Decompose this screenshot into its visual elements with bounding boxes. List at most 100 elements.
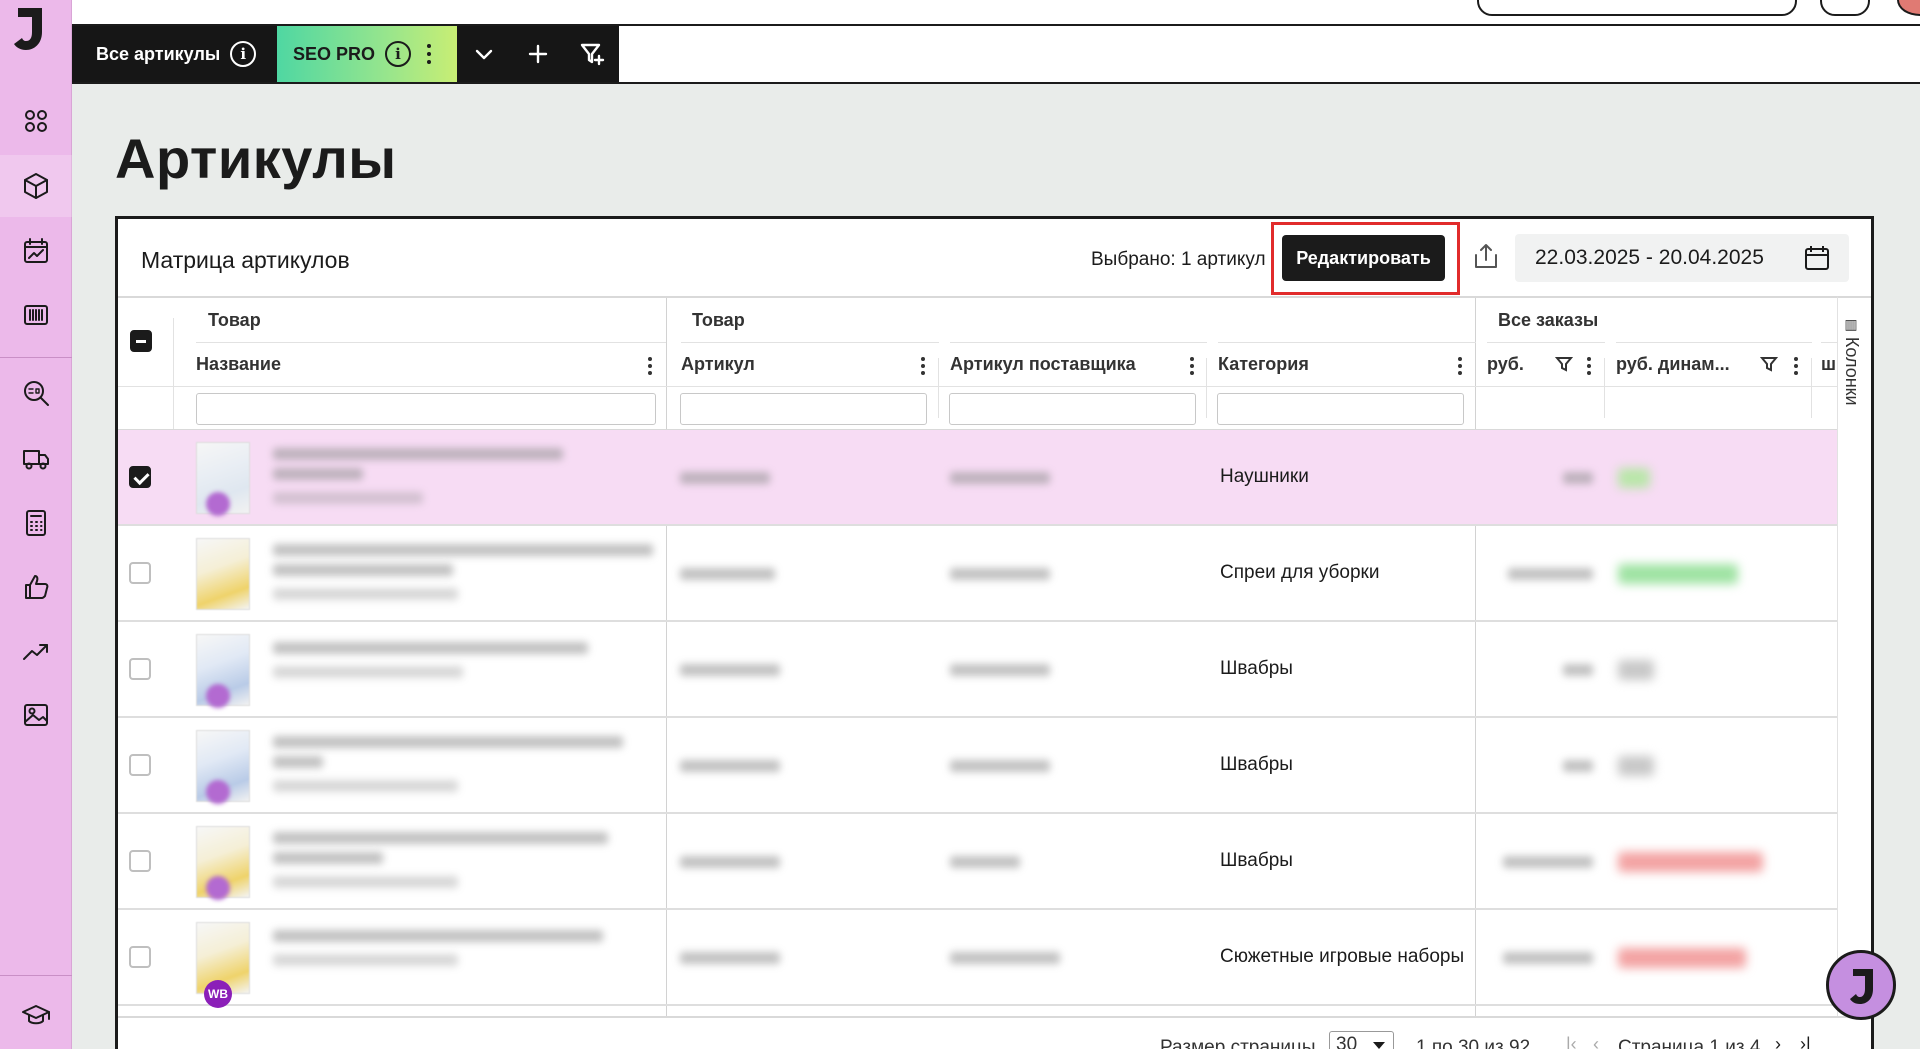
table-row[interactable]: WB Сюжетные игровые наборы [118, 910, 1837, 1008]
sidebar-item-trends[interactable] [0, 620, 72, 682]
group-header-all-orders: Все заказы [1498, 309, 1599, 330]
column-menu-icon[interactable] [648, 357, 652, 375]
add-filter-button[interactable] [566, 26, 618, 82]
edit-button[interactable]: Редактировать [1282, 235, 1445, 281]
calculator-icon [26, 510, 46, 536]
add-tab-button[interactable] [512, 26, 564, 82]
support-chat-button[interactable] [1826, 950, 1896, 1020]
global-search-input[interactable] [1477, 0, 1797, 16]
page-title: Артикулы [115, 127, 397, 190]
columns-label-text: Колонки [1842, 336, 1862, 406]
columns-side-label[interactable]: ▥ Колонки [1841, 317, 1862, 406]
column-menu-icon[interactable] [1458, 357, 1462, 375]
date-range-value: 22.03.2025 - 20.04.2025 [1535, 246, 1764, 269]
logo-icon[interactable] [8, 4, 52, 52]
sidebar-item-barcodes[interactable] [0, 284, 72, 346]
prev-page-icon[interactable]: ‹ [1593, 1034, 1599, 1049]
trend-icon [23, 644, 48, 660]
filter-article-input[interactable] [680, 393, 927, 425]
row-checkbox[interactable] [129, 754, 151, 776]
tab-seo-pro[interactable]: SEO PRO i [277, 26, 457, 82]
table-row[interactable]: Швабры [118, 718, 1837, 814]
last-page-icon[interactable]: ›| [1800, 1034, 1811, 1049]
filter-category-input[interactable] [1217, 393, 1464, 425]
supplier-article-blurred [950, 952, 1060, 964]
export-button[interactable] [1470, 241, 1502, 273]
group-header-product-2: Товар [692, 309, 745, 330]
supplier-article-blurred [950, 760, 1050, 772]
marketplace-badge [206, 876, 230, 900]
sidebar-divider [0, 975, 72, 976]
page-size-select[interactable]: 30 [1329, 1031, 1394, 1049]
column-header-article[interactable]: Артикул [681, 342, 939, 386]
product-thumbnail[interactable] [196, 538, 250, 610]
sidebar-item-analytics[interactable] [0, 220, 72, 282]
row-checkbox[interactable] [129, 562, 151, 584]
row-checkbox[interactable] [129, 658, 151, 680]
date-range-picker[interactable]: 22.03.2025 - 20.04.2025 [1515, 234, 1849, 282]
row-checkbox[interactable] [129, 850, 151, 872]
info-icon[interactable]: i [385, 41, 412, 67]
article-blurred [680, 760, 780, 772]
sidebar-item-delivery[interactable] [0, 427, 72, 489]
column-header-category[interactable]: Категория [1218, 342, 1476, 386]
tab-all-articles[interactable]: Все артикулы i [72, 26, 277, 82]
row-checkbox[interactable] [129, 466, 151, 488]
column-menu-icon[interactable] [1190, 357, 1194, 375]
avatar[interactable] [1897, 0, 1920, 16]
sidebar-item-dashboard[interactable] [0, 90, 72, 152]
row-checkbox[interactable] [129, 946, 151, 968]
notifications-button[interactable] [1820, 0, 1870, 16]
sidebar-item-images[interactable] [0, 684, 72, 746]
truck-icon [23, 450, 49, 470]
category-cell: Швабры [1220, 658, 1293, 679]
more-vertical-icon[interactable] [427, 44, 432, 64]
filter-icon[interactable] [1759, 355, 1779, 373]
page-size-value: 30 [1336, 1034, 1358, 1049]
category-cell: Швабры [1220, 850, 1293, 871]
chevron-down-icon [1373, 1042, 1385, 1049]
group-header-product: Товар [208, 309, 261, 330]
column-header-name[interactable]: Название [196, 342, 666, 386]
column-menu-icon[interactable] [1587, 357, 1591, 375]
first-page-icon[interactable]: |‹ [1566, 1034, 1577, 1049]
select-all-checkbox[interactable] [130, 330, 152, 352]
sidebar-item-academy[interactable] [0, 984, 72, 1046]
product-name-blurred [273, 468, 363, 480]
filter-name-input[interactable] [196, 393, 656, 425]
table-row[interactable]: Швабры [118, 814, 1837, 910]
column-header-supplier-article[interactable]: Артикул поставщика [950, 342, 1207, 386]
dynamics-pill-blurred [1618, 660, 1654, 680]
sidebar-item-articles[interactable] [0, 155, 72, 217]
next-page-icon[interactable]: › [1775, 1034, 1781, 1049]
sidebar-item-seo[interactable] [0, 362, 72, 424]
column-header-rub-dynamics[interactable]: руб. динам... [1616, 342, 1812, 386]
sidebar-item-feedback[interactable] [0, 556, 72, 618]
tabs-dropdown-button[interactable] [458, 26, 510, 82]
column-header-rub[interactable]: руб. [1487, 342, 1605, 386]
marketplace-badge [206, 780, 230, 804]
table-row[interactable]: Спреи для уборки [118, 526, 1837, 622]
product-brand-blurred [273, 780, 458, 792]
product-name-blurred [273, 564, 453, 576]
calendar-chart-icon [24, 238, 48, 263]
table-row[interactable]: Наушники [118, 430, 1837, 526]
column-header-partial[interactable]: ш [1821, 342, 1837, 386]
product-name-blurred [273, 448, 563, 460]
product-brand-blurred [273, 876, 458, 888]
column-menu-icon[interactable] [921, 357, 925, 375]
column-menu-icon[interactable] [1794, 357, 1798, 375]
sidebar-item-calculator[interactable] [0, 492, 72, 554]
supplier-article-blurred [950, 856, 1020, 868]
filter-plus-icon [580, 43, 605, 66]
page-size-label: Размер страницы [1160, 1037, 1316, 1049]
rub-value-blurred [1563, 664, 1593, 676]
info-icon[interactable]: i [230, 41, 257, 67]
filter-icon[interactable] [1554, 355, 1574, 373]
filter-supplier-article-input[interactable] [949, 393, 1196, 425]
supplier-article-blurred [950, 664, 1050, 676]
table-row[interactable]: Швабры [118, 622, 1837, 718]
product-name-blurred [273, 642, 588, 654]
page-indicator: Страница 1 из 4 [1618, 1037, 1761, 1049]
product-name-blurred [273, 544, 653, 556]
